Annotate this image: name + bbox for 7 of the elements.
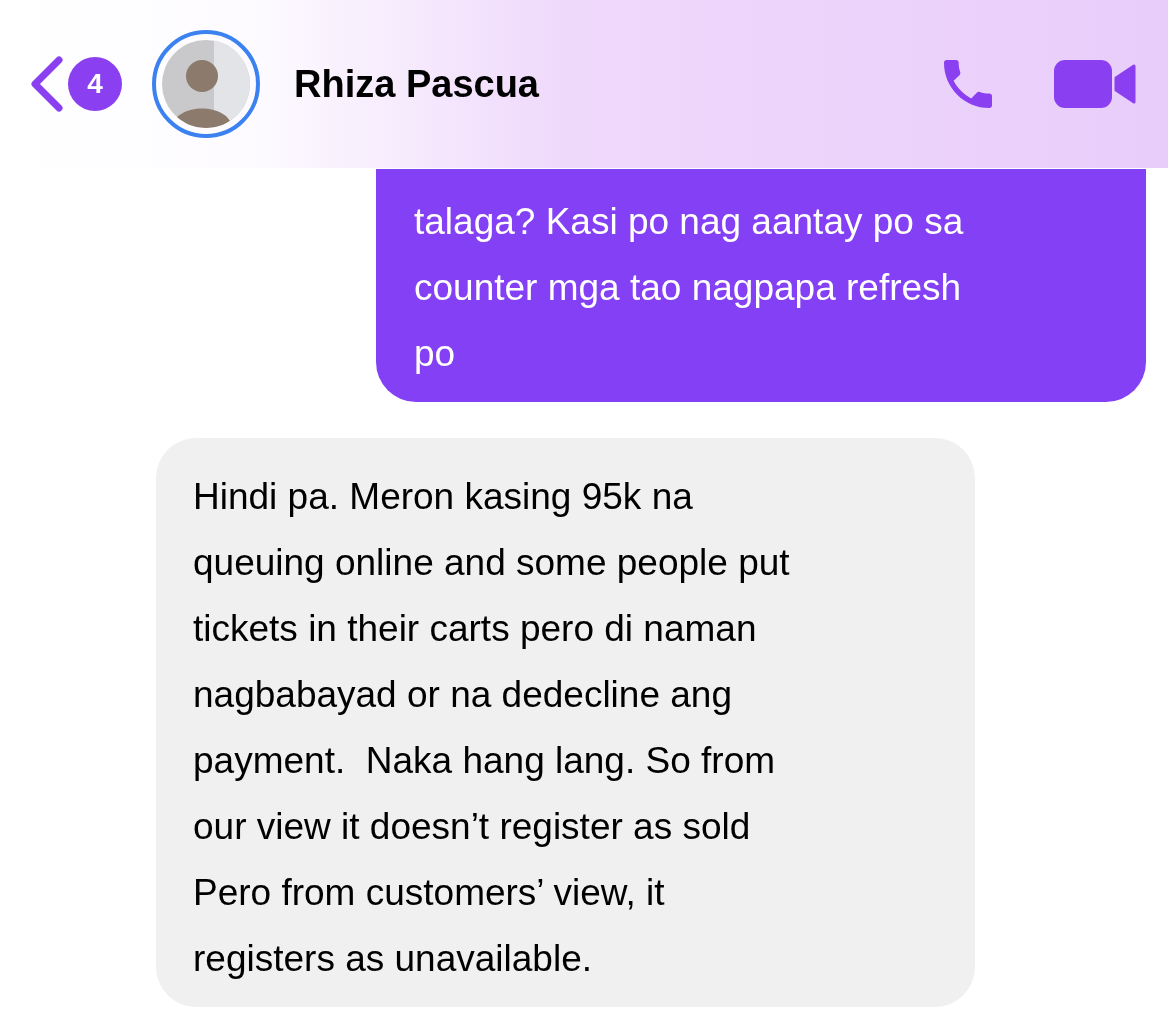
video-call-icon[interactable]: [1054, 58, 1136, 110]
back-icon[interactable]: [30, 56, 64, 112]
contact-avatar[interactable]: [152, 30, 260, 138]
received-message-bubble: Hindi pa. Meron kasing 95k na queuing online and some people put tickets in their carts pero di naman nagbabayad or na dedecline ang payment. Naka hang lang. So from our view it doesn’t register as sold Pero from customers’ view, it registers as unavailable.: [156, 438, 975, 1007]
contact-name: Rhiza Pascua: [294, 62, 539, 106]
sent-message-bubble: talaga? Kasi po nag aantay po sa counter mga tao nagpapa refresh po: [376, 169, 1146, 402]
unread-count-badge: 4: [68, 57, 122, 111]
